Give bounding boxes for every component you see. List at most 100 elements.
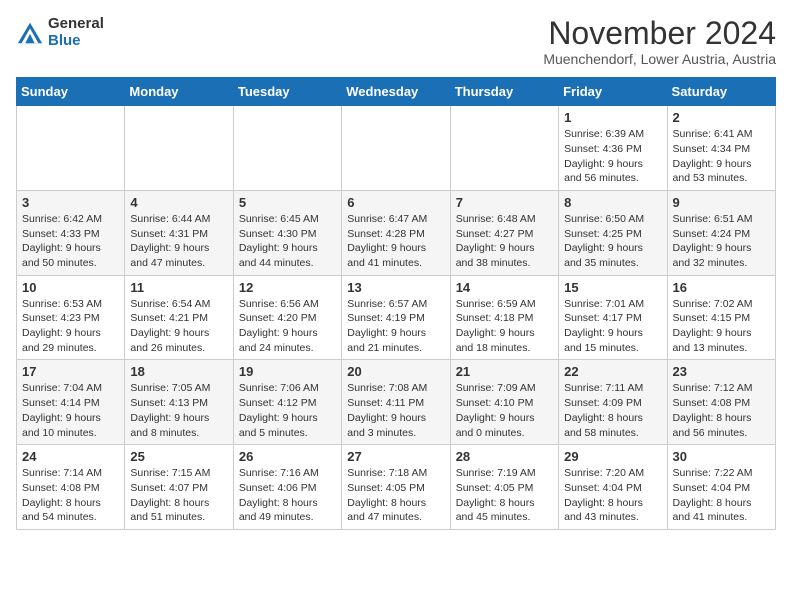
day-number: 25	[130, 449, 227, 464]
weekday-header-wednesday: Wednesday	[342, 78, 450, 106]
day-info: Sunrise: 7:11 AM Sunset: 4:09 PM Dayligh…	[564, 381, 661, 440]
logo-general-text: General	[48, 16, 104, 33]
day-number: 5	[239, 195, 336, 210]
day-info: Sunrise: 7:18 AM Sunset: 4:05 PM Dayligh…	[347, 466, 444, 525]
logo-text: General Blue	[48, 16, 104, 49]
day-info: Sunrise: 7:12 AM Sunset: 4:08 PM Dayligh…	[673, 381, 770, 440]
calendar-cell: 5 Sunrise: 6:45 AM Sunset: 4:30 PM Daylig…	[233, 190, 341, 275]
day-info: Sunrise: 6:47 AM Sunset: 4:28 PM Dayligh…	[347, 212, 444, 271]
calendar-cell: 3 Sunrise: 6:42 AM Sunset: 4:33 PM Daylig…	[17, 190, 125, 275]
day-info: Sunrise: 6:41 AM Sunset: 4:34 PM Dayligh…	[673, 127, 770, 186]
day-info: Sunrise: 7:16 AM Sunset: 4:06 PM Dayligh…	[239, 466, 336, 525]
title-block: November 2024 Muenchendorf, Lower Austri…	[543, 16, 776, 67]
day-info: Sunrise: 7:06 AM Sunset: 4:12 PM Dayligh…	[239, 381, 336, 440]
calendar-cell: 2 Sunrise: 6:41 AM Sunset: 4:34 PM Daylig…	[667, 106, 775, 191]
day-info: Sunrise: 7:02 AM Sunset: 4:15 PM Dayligh…	[673, 297, 770, 356]
day-info: Sunrise: 7:19 AM Sunset: 4:05 PM Dayligh…	[456, 466, 553, 525]
calendar-cell: 21Sunrise: 7:09 AM Sunset: 4:10 PM Dayli…	[450, 360, 558, 445]
day-number: 7	[456, 195, 553, 210]
calendar-cell: 27Sunrise: 7:18 AM Sunset: 4:05 PM Dayli…	[342, 445, 450, 530]
weekday-header-tuesday: Tuesday	[233, 78, 341, 106]
day-info: Sunrise: 6:45 AM Sunset: 4:30 PM Dayligh…	[239, 212, 336, 271]
calendar-cell: 1 Sunrise: 6:39 AM Sunset: 4:36 PM Daylig…	[559, 106, 667, 191]
calendar-cell: 14Sunrise: 6:59 AM Sunset: 4:18 PM Dayli…	[450, 275, 558, 360]
day-number: 10	[22, 280, 119, 295]
day-number: 9	[673, 195, 770, 210]
day-info: Sunrise: 6:53 AM Sunset: 4:23 PM Dayligh…	[22, 297, 119, 356]
weekday-header-thursday: Thursday	[450, 78, 558, 106]
calendar-cell	[450, 106, 558, 191]
calendar-cell	[233, 106, 341, 191]
day-number: 1	[564, 110, 661, 125]
day-number: 17	[22, 364, 119, 379]
day-number: 28	[456, 449, 553, 464]
calendar-cell: 30 Sunrise: 7:22 AM Sunset: 4:04 PM Dayli…	[667, 445, 775, 530]
day-number: 20	[347, 364, 444, 379]
page-header: General Blue November 2024 Muenchendorf,…	[16, 16, 776, 67]
calendar-cell: 28 Sunrise: 7:19 AM Sunset: 4:05 PM Dayli…	[450, 445, 558, 530]
day-number: 16	[673, 280, 770, 295]
calendar-cell: 20 Sunrise: 7:08 AM Sunset: 4:11 PM Dayli…	[342, 360, 450, 445]
calendar-cell: 29Sunrise: 7:20 AM Sunset: 4:04 PM Dayli…	[559, 445, 667, 530]
logo-icon	[16, 19, 44, 47]
day-info: Sunrise: 7:01 AM Sunset: 4:17 PM Dayligh…	[564, 297, 661, 356]
calendar-cell: 4Sunrise: 6:44 AM Sunset: 4:31 PM Daylig…	[125, 190, 233, 275]
day-number: 23	[673, 364, 770, 379]
day-number: 22	[564, 364, 661, 379]
day-info: Sunrise: 6:54 AM Sunset: 4:21 PM Dayligh…	[130, 297, 227, 356]
weekday-header-friday: Friday	[559, 78, 667, 106]
day-number: 15	[564, 280, 661, 295]
day-info: Sunrise: 7:04 AM Sunset: 4:14 PM Dayligh…	[22, 381, 119, 440]
calendar-cell: 10 Sunrise: 6:53 AM Sunset: 4:23 PM Dayli…	[17, 275, 125, 360]
calendar-cell: 19 Sunrise: 7:06 AM Sunset: 4:12 PM Dayli…	[233, 360, 341, 445]
calendar-cell: 7 Sunrise: 6:48 AM Sunset: 4:27 PM Daylig…	[450, 190, 558, 275]
day-number: 19	[239, 364, 336, 379]
calendar-cell: 24Sunrise: 7:14 AM Sunset: 4:08 PM Dayli…	[17, 445, 125, 530]
day-number: 13	[347, 280, 444, 295]
day-info: Sunrise: 7:05 AM Sunset: 4:13 PM Dayligh…	[130, 381, 227, 440]
calendar-table: SundayMondayTuesdayWednesdayThursdayFrid…	[16, 77, 776, 530]
day-info: Sunrise: 7:08 AM Sunset: 4:11 PM Dayligh…	[347, 381, 444, 440]
day-info: Sunrise: 6:56 AM Sunset: 4:20 PM Dayligh…	[239, 297, 336, 356]
day-info: Sunrise: 6:57 AM Sunset: 4:19 PM Dayligh…	[347, 297, 444, 356]
calendar-cell: 17 Sunrise: 7:04 AM Sunset: 4:14 PM Dayli…	[17, 360, 125, 445]
day-info: Sunrise: 7:15 AM Sunset: 4:07 PM Dayligh…	[130, 466, 227, 525]
logo-blue-text: Blue	[48, 33, 104, 50]
weekday-header-row: SundayMondayTuesdayWednesdayThursdayFrid…	[17, 78, 776, 106]
week-row-5: 24Sunrise: 7:14 AM Sunset: 4:08 PM Dayli…	[17, 445, 776, 530]
weekday-header-monday: Monday	[125, 78, 233, 106]
day-info: Sunrise: 7:22 AM Sunset: 4:04 PM Dayligh…	[673, 466, 770, 525]
day-info: Sunrise: 7:09 AM Sunset: 4:10 PM Dayligh…	[456, 381, 553, 440]
calendar-cell: 26 Sunrise: 7:16 AM Sunset: 4:06 PM Dayli…	[233, 445, 341, 530]
calendar-cell: 11Sunrise: 6:54 AM Sunset: 4:21 PM Dayli…	[125, 275, 233, 360]
week-row-3: 10 Sunrise: 6:53 AM Sunset: 4:23 PM Dayli…	[17, 275, 776, 360]
calendar-cell	[17, 106, 125, 191]
day-number: 3	[22, 195, 119, 210]
day-number: 8	[564, 195, 661, 210]
week-row-1: 1 Sunrise: 6:39 AM Sunset: 4:36 PM Daylig…	[17, 106, 776, 191]
weekday-header-saturday: Saturday	[667, 78, 775, 106]
calendar-cell: 16 Sunrise: 7:02 AM Sunset: 4:15 PM Dayli…	[667, 275, 775, 360]
calendar-cell: 6Sunrise: 6:47 AM Sunset: 4:28 PM Daylig…	[342, 190, 450, 275]
day-info: Sunrise: 6:50 AM Sunset: 4:25 PM Dayligh…	[564, 212, 661, 271]
day-number: 2	[673, 110, 770, 125]
day-number: 18	[130, 364, 227, 379]
calendar-cell: 18 Sunrise: 7:05 AM Sunset: 4:13 PM Dayli…	[125, 360, 233, 445]
calendar-cell: 15 Sunrise: 7:01 AM Sunset: 4:17 PM Dayli…	[559, 275, 667, 360]
day-number: 14	[456, 280, 553, 295]
day-info: Sunrise: 6:42 AM Sunset: 4:33 PM Dayligh…	[22, 212, 119, 271]
calendar-cell: 23 Sunrise: 7:12 AM Sunset: 4:08 PM Dayli…	[667, 360, 775, 445]
day-info: Sunrise: 6:39 AM Sunset: 4:36 PM Dayligh…	[564, 127, 661, 186]
calendar-cell	[342, 106, 450, 191]
weekday-header-sunday: Sunday	[17, 78, 125, 106]
month-title: November 2024	[543, 16, 776, 51]
logo: General Blue	[16, 16, 104, 49]
calendar-cell	[125, 106, 233, 191]
calendar-cell: 8 Sunrise: 6:50 AM Sunset: 4:25 PM Daylig…	[559, 190, 667, 275]
day-number: 12	[239, 280, 336, 295]
week-row-2: 3 Sunrise: 6:42 AM Sunset: 4:33 PM Daylig…	[17, 190, 776, 275]
day-info: Sunrise: 6:48 AM Sunset: 4:27 PM Dayligh…	[456, 212, 553, 271]
day-number: 30	[673, 449, 770, 464]
day-number: 24	[22, 449, 119, 464]
day-number: 26	[239, 449, 336, 464]
